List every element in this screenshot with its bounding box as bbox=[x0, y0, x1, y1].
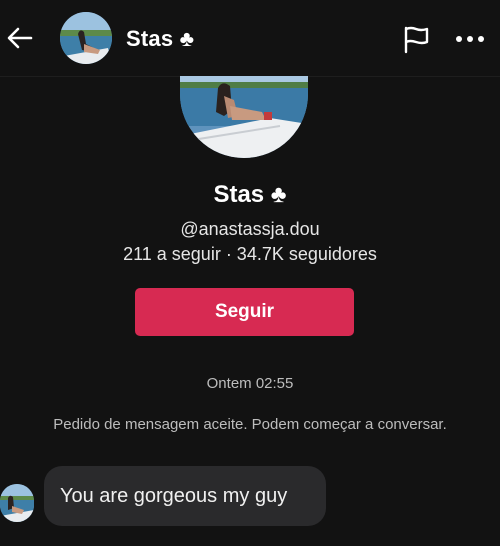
profile-name: Stas ♣ bbox=[213, 181, 287, 208]
profile-username: @anastassja.dou bbox=[180, 219, 320, 239]
follow-stats: 211 a seguir · 34.7K seguidores bbox=[123, 244, 377, 264]
message-timestamp: Ontem 02:55 bbox=[206, 375, 294, 392]
profile-avatar[interactable] bbox=[180, 76, 308, 158]
header-avatar[interactable] bbox=[60, 12, 112, 64]
flag-icon bbox=[404, 26, 429, 54]
more-options-button[interactable] bbox=[454, 26, 486, 52]
follow-button[interactable]: Seguir bbox=[135, 288, 354, 336]
message-bubble[interactable]: You are gorgeous my guy bbox=[44, 466, 326, 526]
chat-header: Stas ♣ bbox=[0, 0, 500, 77]
header-name[interactable]: Stas ♣ bbox=[126, 26, 194, 52]
back-button[interactable] bbox=[4, 22, 36, 54]
more-horizontal-icon bbox=[456, 36, 484, 42]
system-message: Pedido de mensagem aceite. Podem começar… bbox=[53, 416, 447, 433]
report-button[interactable] bbox=[400, 24, 432, 54]
arrow-left-icon bbox=[7, 27, 33, 49]
sender-avatar[interactable] bbox=[0, 484, 34, 522]
